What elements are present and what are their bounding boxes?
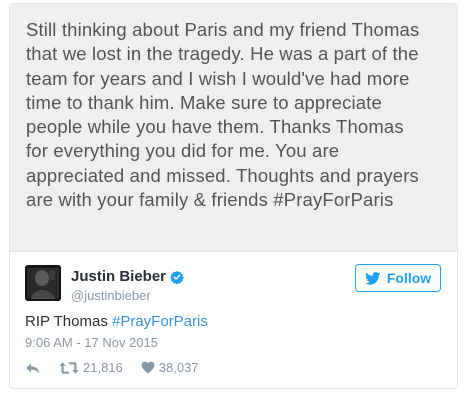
hashtag-link[interactable]: #PrayForParis (112, 313, 208, 330)
twitter-bird-icon (364, 271, 381, 285)
tweet-timestamp[interactable]: 9:06 AM - 17 Nov 2015 (25, 335, 158, 350)
like-count: 38,037 (158, 360, 199, 375)
author-handle[interactable]: @justinbieber (71, 288, 151, 303)
follow-button-label: Follow (386, 270, 432, 286)
author-name[interactable]: Justin Bieber (71, 268, 166, 285)
avatar[interactable] (25, 265, 61, 301)
avatar-image (25, 265, 61, 301)
reply-action[interactable] (25, 361, 41, 375)
retweet-count: 21,816 (83, 360, 123, 375)
like-action[interactable]: 38,037 (141, 360, 199, 375)
tweet-text: RIP Thomas #PrayForParis (25, 313, 208, 330)
tweet-actions: 21,816 38,037 (25, 360, 217, 375)
tweet-body: RIP Thomas (25, 313, 112, 330)
author-name-row[interactable]: Justin Bieber (71, 268, 184, 285)
verified-badge-icon (170, 270, 184, 284)
follow-button[interactable]: Follow (355, 264, 441, 292)
statement-text: Still thinking about Paris and my friend… (26, 19, 420, 211)
reply-icon (26, 362, 40, 373)
heart-icon (141, 361, 155, 374)
retweet-action[interactable]: 21,816 (59, 360, 123, 375)
retweet-icon (59, 361, 79, 374)
statement-image[interactable]: Still thinking about Paris and my friend… (10, 4, 457, 252)
embedded-tweet-card: Still thinking about Paris and my friend… (9, 3, 458, 389)
